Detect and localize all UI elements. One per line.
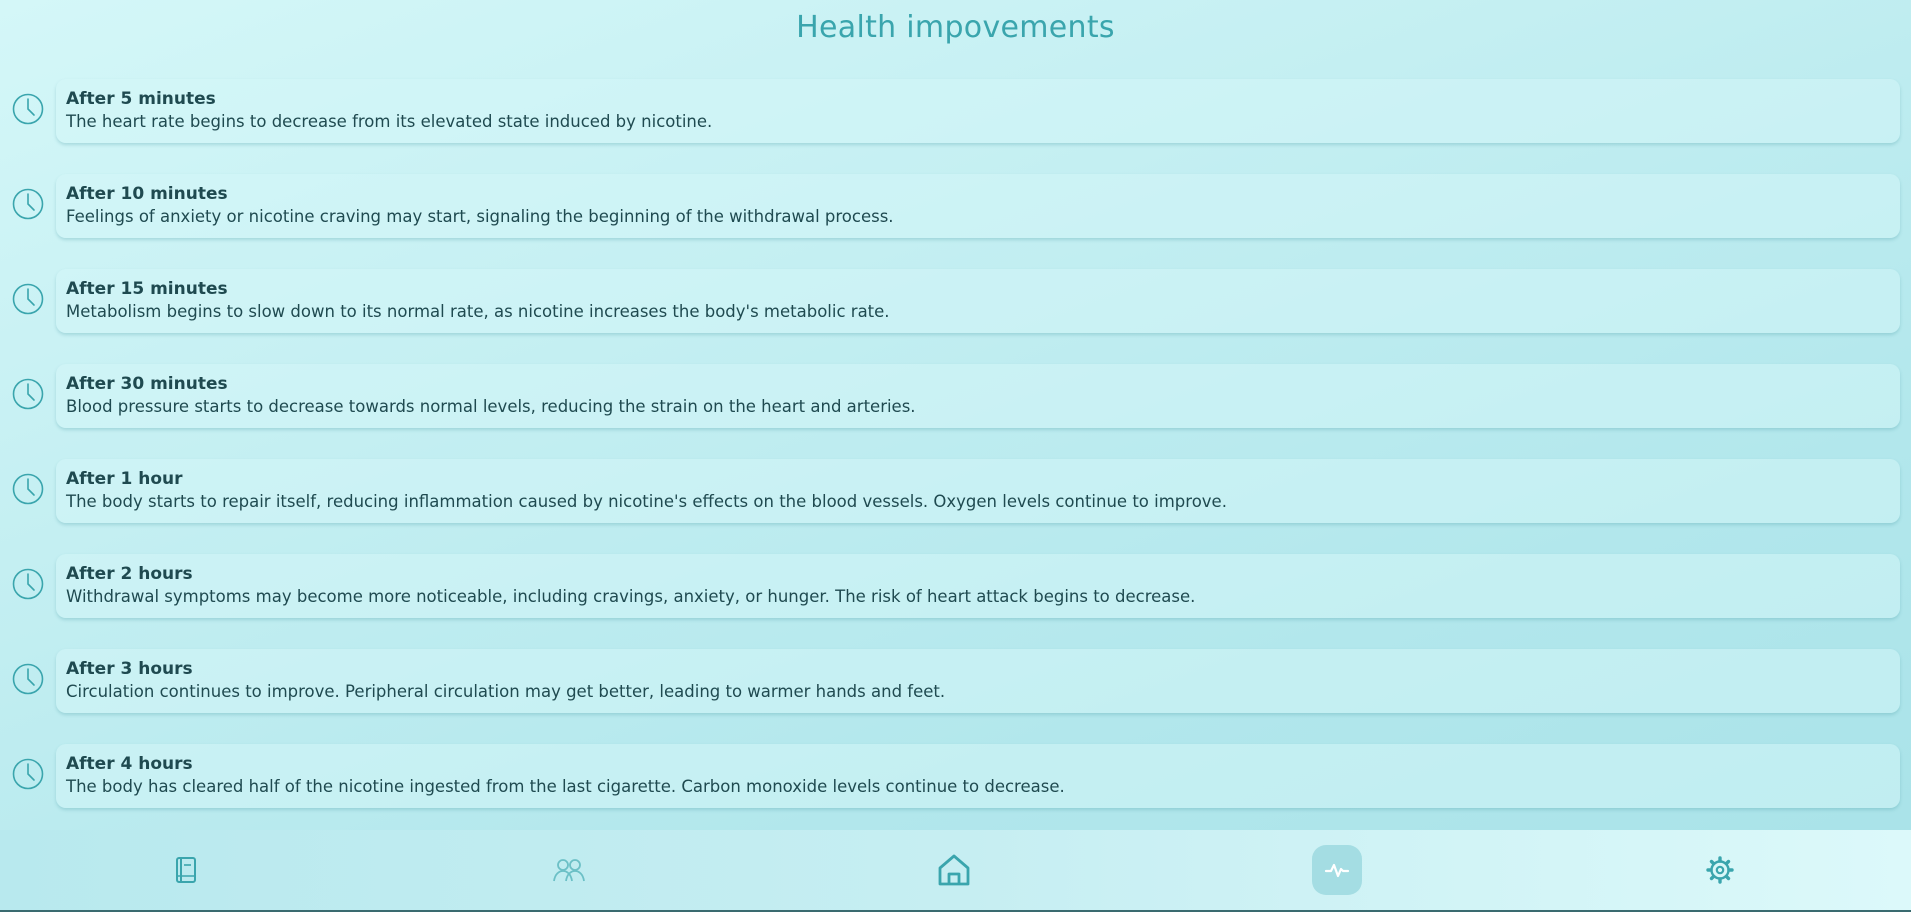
clock-icon xyxy=(12,93,44,125)
clock-icon xyxy=(12,188,44,220)
milestone-title: After 10 minutes xyxy=(66,184,228,204)
nav-settings-button[interactable] xyxy=(1695,845,1745,895)
milestone-title: After 30 minutes xyxy=(66,374,228,394)
clock-icon xyxy=(12,378,44,410)
community-icon xyxy=(553,859,585,882)
milestone-description: The heart rate begins to decrease from i… xyxy=(66,112,713,131)
milestone-card[interactable]: After 1 hour The body starts to repair i… xyxy=(56,459,1900,523)
page-title: Health impovements xyxy=(796,10,1115,45)
clock-icon xyxy=(12,758,44,790)
milestone-description: Withdrawal symptoms may become more noti… xyxy=(66,587,1196,606)
bottom-nav xyxy=(0,830,1911,912)
activity-icon xyxy=(1324,863,1350,878)
clock-icon xyxy=(12,663,44,695)
milestone-card[interactable]: After 30 minutes Blood pressure starts t… xyxy=(56,364,1900,428)
gear-icon xyxy=(1706,856,1734,884)
nav-journal-button[interactable] xyxy=(161,845,211,895)
timeline-row: After 30 minutes Blood pressure starts t… xyxy=(0,364,1911,459)
timeline-row: After 3 hours Circulation continues to i… xyxy=(0,649,1911,744)
milestone-card[interactable]: After 4 hours The body has cleared half … xyxy=(56,744,1900,808)
nav-home-button[interactable] xyxy=(929,845,979,895)
milestone-title: After 15 minutes xyxy=(66,279,228,299)
book-icon xyxy=(176,857,196,883)
milestone-card[interactable]: After 15 minutes Metabolism begins to sl… xyxy=(56,269,1900,333)
timeline-row: After 4 hours The body has cleared half … xyxy=(0,744,1911,839)
milestone-description: The body has cleared half of the nicotin… xyxy=(66,777,1065,796)
milestone-description: Feelings of anxiety or nicotine craving … xyxy=(66,207,894,226)
milestone-description: The body starts to repair itself, reduci… xyxy=(66,492,1227,511)
clock-icon xyxy=(12,283,44,315)
milestone-title: After 1 hour xyxy=(66,469,183,489)
clock-icon xyxy=(12,568,44,600)
milestone-title: After 4 hours xyxy=(66,754,193,774)
milestone-description: Circulation continues to improve. Periph… xyxy=(66,682,946,701)
nav-community-button[interactable] xyxy=(544,845,594,895)
nav-health-button[interactable] xyxy=(1312,845,1362,895)
milestone-title: After 5 minutes xyxy=(66,89,216,109)
timeline-row: After 15 minutes Metabolism begins to sl… xyxy=(0,269,1911,364)
timeline-row: After 1 hour The body starts to repair i… xyxy=(0,459,1911,554)
timeline-row: After 5 minutes The heart rate begins to… xyxy=(0,79,1911,174)
home-icon xyxy=(938,854,970,886)
milestone-description: Blood pressure starts to decrease toward… xyxy=(66,397,916,416)
milestone-card[interactable]: After 10 minutes Feelings of anxiety or … xyxy=(56,174,1900,238)
timeline-row: After 10 minutes Feelings of anxiety or … xyxy=(0,174,1911,269)
clock-icon xyxy=(12,473,44,505)
health-timeline: After 5 minutes The heart rate begins to… xyxy=(0,79,1911,839)
milestone-card[interactable]: After 3 hours Circulation continues to i… xyxy=(56,649,1900,713)
milestone-card[interactable]: After 2 hours Withdrawal symptoms may be… xyxy=(56,554,1900,618)
milestone-title: After 2 hours xyxy=(66,564,193,584)
milestone-description: Metabolism begins to slow down to its no… xyxy=(66,302,890,321)
milestone-card[interactable]: After 5 minutes The heart rate begins to… xyxy=(56,79,1900,143)
timeline-row: After 2 hours Withdrawal symptoms may be… xyxy=(0,554,1911,649)
milestone-title: After 3 hours xyxy=(66,659,193,679)
